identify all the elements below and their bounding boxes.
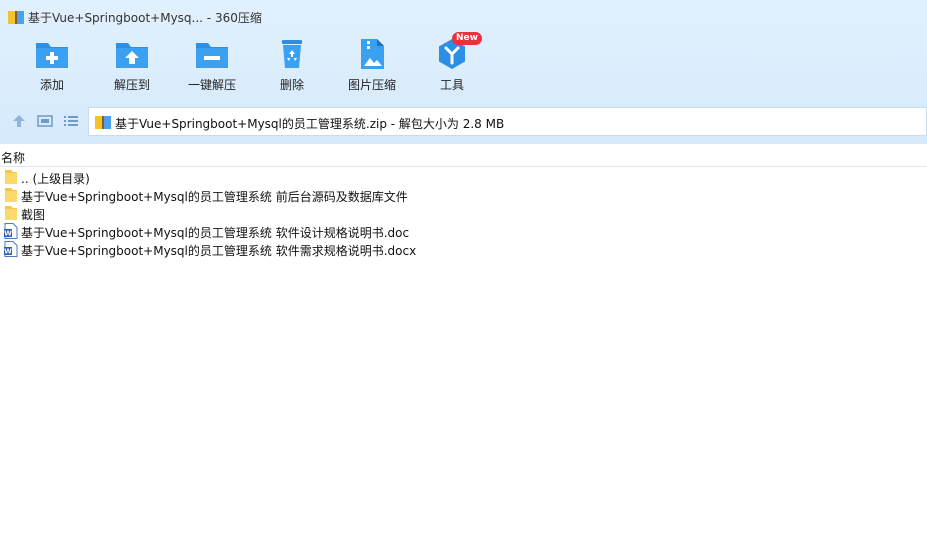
list-view-icon[interactable] <box>63 113 79 129</box>
folder-icon <box>5 188 17 202</box>
delete-button[interactable]: 删除 <box>252 36 332 96</box>
column-name-header[interactable]: 名称 <box>1 149 25 166</box>
list-item[interactable]: 截图 <box>0 204 927 222</box>
folder-icon <box>5 206 17 220</box>
image-compress-icon <box>361 39 384 69</box>
file-name: 基于Vue+Springboot+Mysql的员工管理系统 软件需求规格说明书.… <box>21 244 417 258</box>
add-label: 添加 <box>39 78 64 92</box>
recycle-bin-icon <box>282 40 302 68</box>
extract-to-label: 解压到 <box>113 78 150 92</box>
svg-text:W: W <box>4 248 12 256</box>
file-name: 基于Vue+Springboot+Mysql的员工管理系统 前后台源码及数据库文… <box>21 190 408 204</box>
up-arrow-icon[interactable] <box>11 113 27 129</box>
file-name: 截图 <box>21 208 46 222</box>
new-badge: New <box>452 32 482 45</box>
list-item[interactable]: 基于Vue+Springboot+Mysql的员工管理系统 前后台源码及数据库文… <box>0 186 927 204</box>
list-item[interactable]: W 基于Vue+Springboot+Mysql的员工管理系统 软件需求规格说明… <box>0 240 927 258</box>
extract-to-icon <box>116 43 148 68</box>
tools-label: 工具 <box>439 78 464 92</box>
window-title: 基于Vue+Springboot+Mysq... - 360压缩 <box>28 11 262 25</box>
zip-archive-icon <box>8 11 24 24</box>
zip-archive-icon <box>95 116 111 129</box>
add-button[interactable]: 添加 <box>12 36 92 96</box>
extract-to-button[interactable]: 解压到 <box>92 36 172 96</box>
svg-text:W: W <box>4 230 12 238</box>
title-bar: 基于Vue+Springboot+Mysq... - 360压缩 <box>0 0 927 34</box>
file-list: .. (上级目录) 基于Vue+Springboot+Mysql的员工管理系统 … <box>0 168 927 258</box>
folder-icon <box>5 170 17 184</box>
file-name: 基于Vue+Springboot+Mysql的员工管理系统 软件设计规格说明书.… <box>21 226 410 240</box>
one-click-extract-icon <box>196 43 228 68</box>
one-click-extract-button[interactable]: 一键解压 <box>172 36 252 96</box>
list-item[interactable]: W 基于Vue+Springboot+Mysql的员工管理系统 软件设计规格说明… <box>0 222 927 240</box>
add-folder-icon <box>36 43 68 68</box>
top-panel: 基于Vue+Springboot+Mysq... - 360压缩 添加 解压到 … <box>0 0 927 144</box>
thumbnail-view-icon[interactable] <box>37 113 53 129</box>
one-click-extract-label: 一键解压 <box>187 78 236 92</box>
list-item-parent-directory[interactable]: .. (上级目录) <box>0 168 927 186</box>
image-compress-label: 图片压缩 <box>347 78 396 92</box>
tools-button[interactable]: 工具 <box>412 36 492 96</box>
column-header: 名称 <box>0 144 927 167</box>
image-compress-button[interactable]: 图片压缩 <box>332 36 412 96</box>
delete-label: 删除 <box>279 78 304 92</box>
word-document-icon: W <box>4 223 18 239</box>
path-bar[interactable]: 基于Vue+Springboot+Mysql的员工管理系统.zip - 解包大小… <box>88 107 927 136</box>
file-name: .. (上级目录) <box>21 172 90 186</box>
word-document-icon: W <box>4 241 18 257</box>
path-text: 基于Vue+Springboot+Mysql的员工管理系统.zip - 解包大小… <box>115 117 505 131</box>
